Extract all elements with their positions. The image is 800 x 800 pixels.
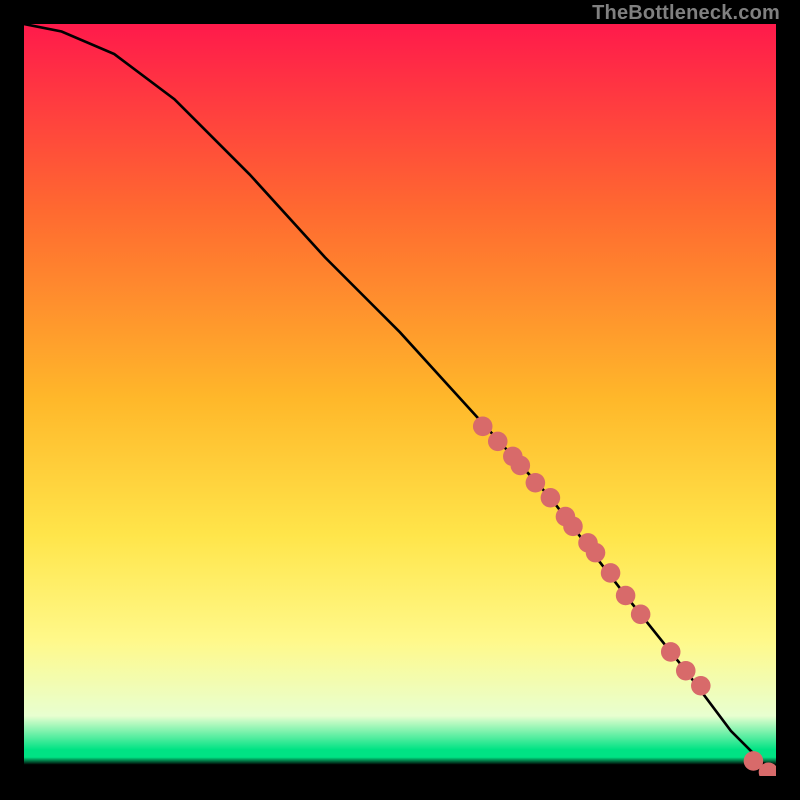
curve-point xyxy=(676,661,696,681)
curve-point xyxy=(488,432,508,452)
curve-point xyxy=(616,586,636,606)
curve-point xyxy=(511,456,531,476)
curve-point xyxy=(526,473,546,493)
chart-stage: TheBottleneck.com xyxy=(0,0,800,800)
curve-point xyxy=(586,543,606,563)
curve-point xyxy=(661,642,681,662)
curve-point xyxy=(473,417,493,437)
curve-point xyxy=(563,517,583,537)
curve-points-group xyxy=(473,417,776,776)
bottleneck-curve-line xyxy=(24,24,776,776)
curve-point xyxy=(541,488,561,508)
curve-point xyxy=(601,563,621,583)
chart-overlay-svg xyxy=(24,24,776,776)
chart-plot-area xyxy=(24,24,776,776)
watermark-label: TheBottleneck.com xyxy=(592,2,780,25)
curve-point xyxy=(631,605,651,625)
curve-point xyxy=(691,676,711,696)
